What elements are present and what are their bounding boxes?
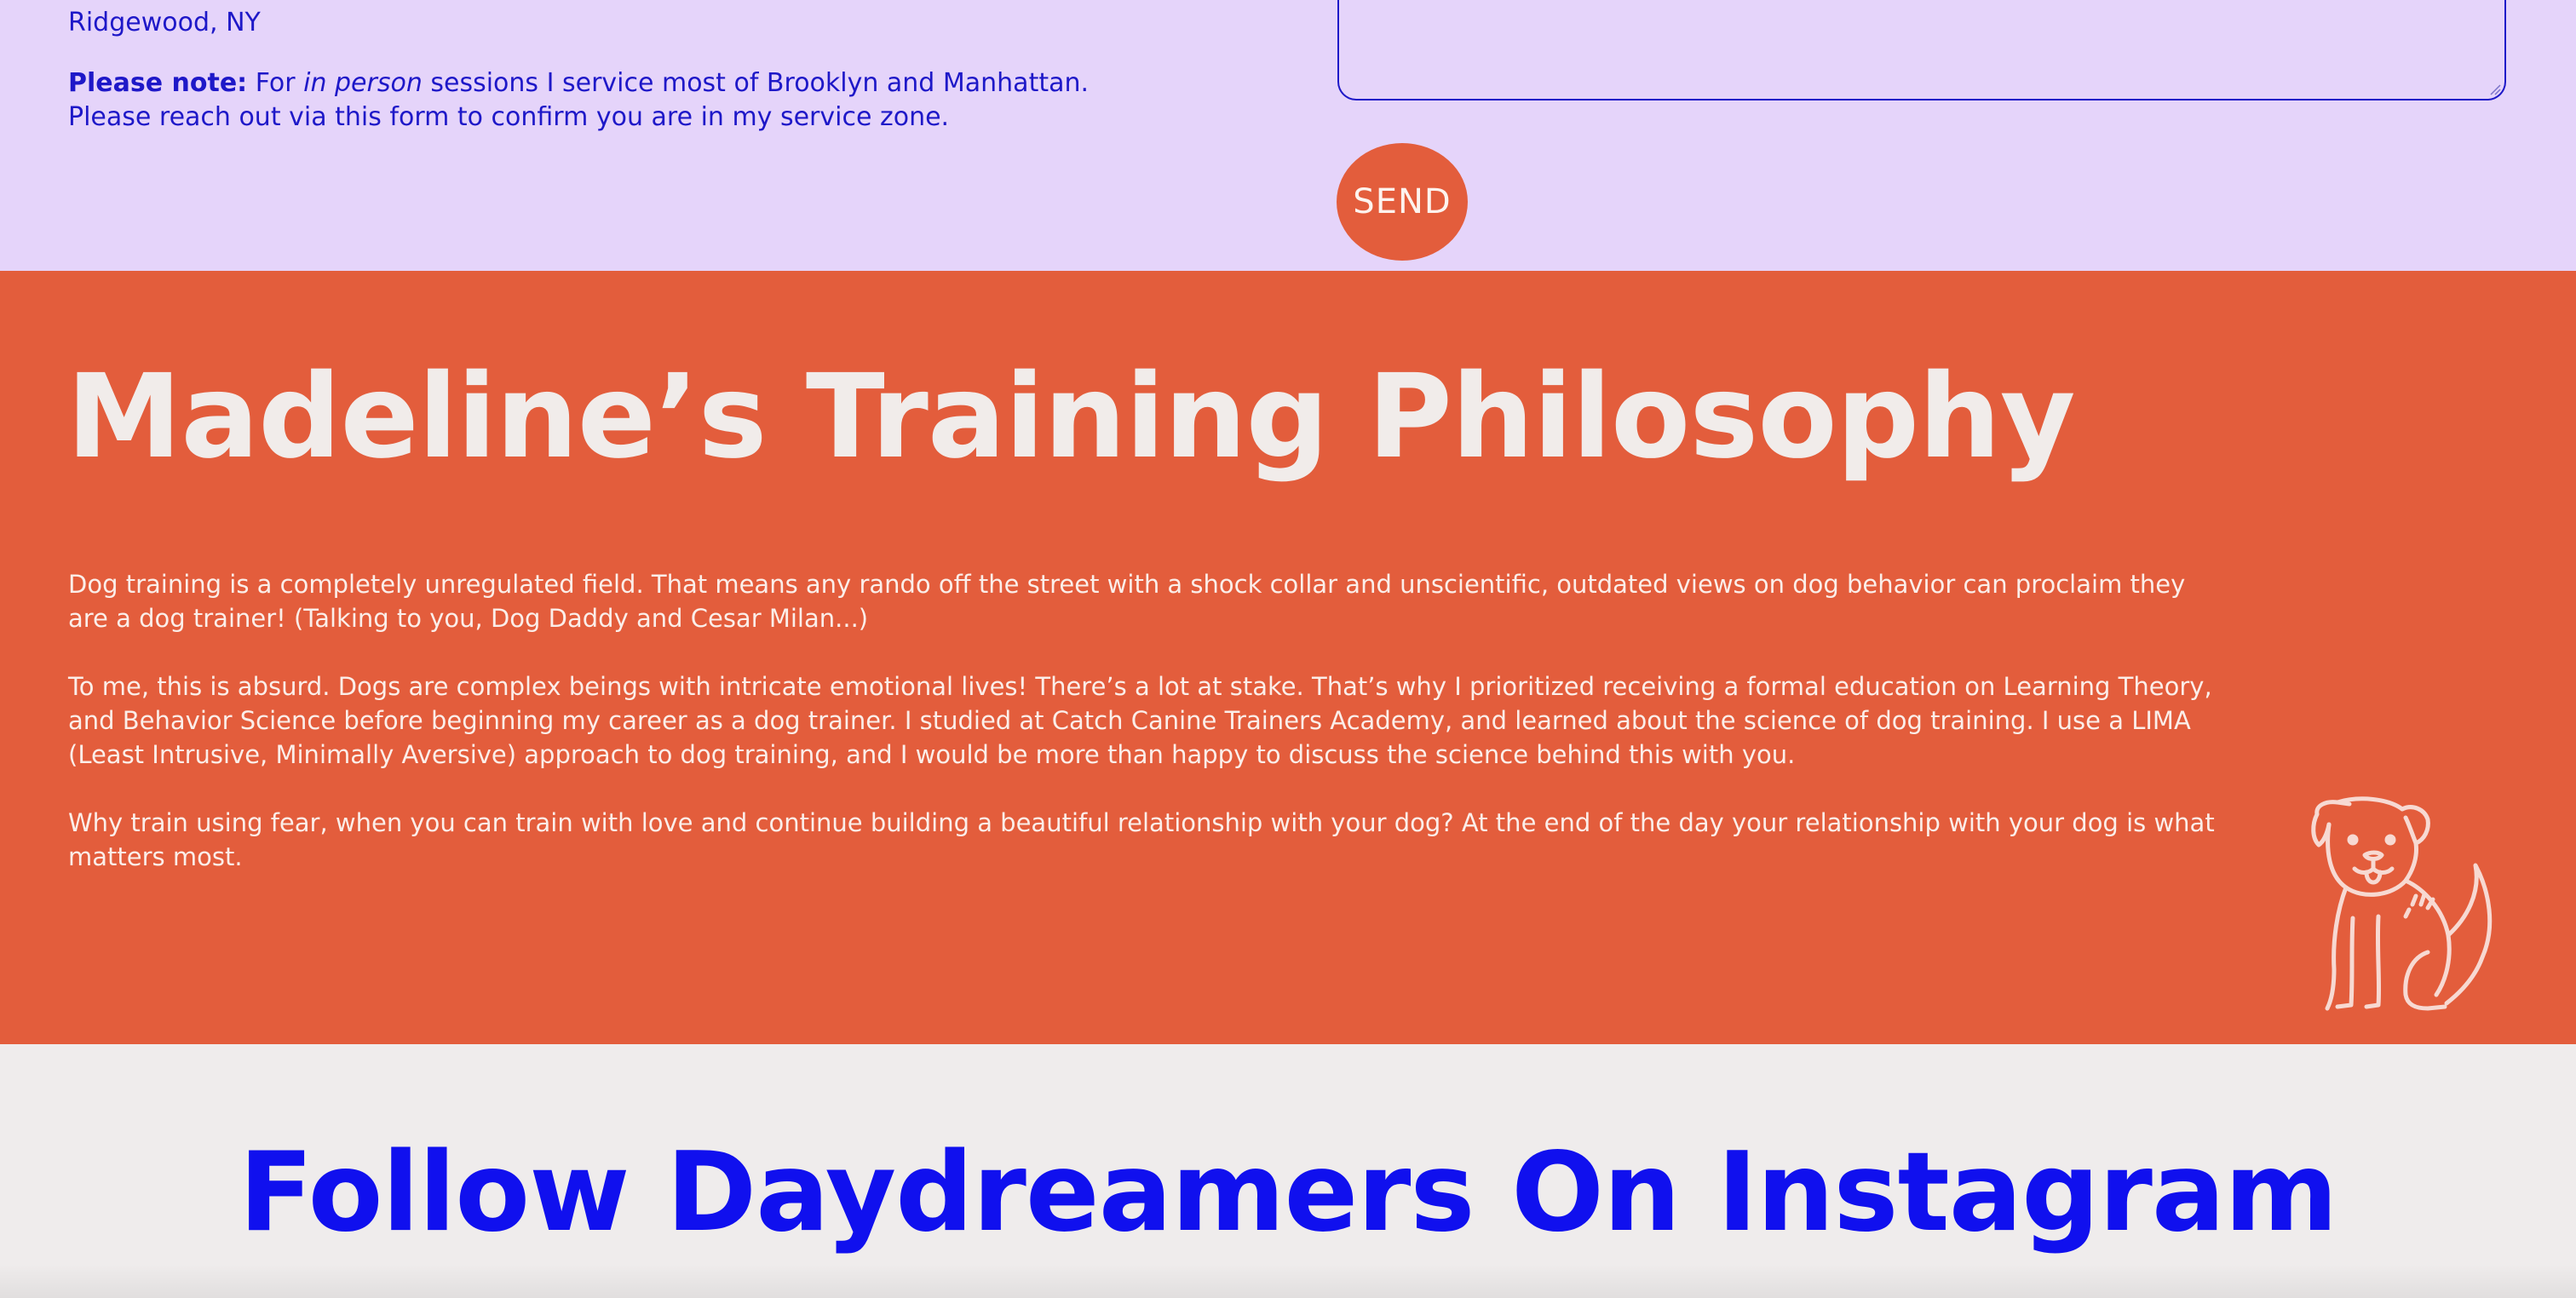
instagram-section: Follow Daydreamers On Instagram [0, 1044, 2576, 1298]
note-prefix: For [247, 68, 304, 98]
philosophy-paragraph: To me, this is absurd. Dogs are complex … [68, 672, 2212, 769]
service-zone-note: Please note: For in person sessions I se… [68, 66, 1176, 135]
location-text: Ridgewood, NY [68, 8, 261, 37]
contact-section: Ridgewood, NY Please note: For in person… [0, 0, 2576, 271]
dog-illustration-icon [2311, 796, 2493, 1011]
message-textarea[interactable] [1337, 0, 2506, 101]
resize-handle-icon[interactable] [2489, 83, 2501, 95]
philosophy-section: Madeline’s Training Philosophy Dog train… [0, 271, 2576, 1044]
instagram-title: Follow Daydreamers On Instagram [239, 1129, 2337, 1256]
philosophy-title: Madeline’s Training Philosophy [66, 350, 2076, 485]
send-button[interactable]: SEND [1337, 143, 1468, 261]
note-emphasis: in person [303, 68, 423, 98]
philosophy-body: Dog training is a completely unregulated… [68, 567, 2215, 908]
philosophy-paragraph: Why train using fear, when you can train… [68, 808, 2215, 871]
bottom-shadow [0, 1264, 2576, 1298]
note-label: Please note: [68, 68, 248, 98]
philosophy-paragraph: Dog training is a completely unregulated… [68, 570, 2186, 633]
